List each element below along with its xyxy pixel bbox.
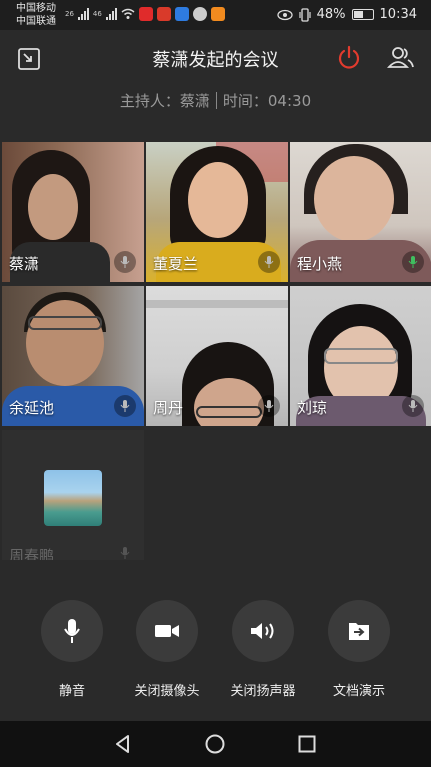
mic-muted-icon: [114, 395, 136, 417]
participant-name: 董夏兰: [153, 255, 199, 273]
meeting-controls: 静音 关闭摄像头 关闭扬声器 文档演示: [0, 600, 431, 710]
battery-icon: [351, 9, 374, 20]
camera-button-circle[interactable]: [136, 600, 198, 662]
microphone-icon: [64, 619, 80, 643]
back-button[interactable]: [110, 731, 136, 757]
meeting-title: 蔡潇发起的会议: [152, 50, 279, 71]
participant-name: 蔡潇: [9, 255, 40, 273]
status-bar: 中国移动 中国联通 26 46 48% 10:34: [0, 0, 431, 30]
participant-name: 刘琼: [297, 399, 328, 417]
signal-icon: [77, 8, 89, 20]
camera-button[interactable]: 关闭摄像头: [119, 600, 215, 699]
mic-muted-icon: [114, 251, 136, 273]
back-triangle-icon: [116, 735, 129, 753]
signal-icon-2: [105, 8, 117, 20]
share-document-icon: [349, 623, 369, 640]
video-tile[interactable]: 周丹: [146, 286, 288, 426]
participant-name: 周春鹏: [9, 547, 55, 560]
vibrate-icon: [299, 7, 311, 22]
carrier-1: 中国移动: [16, 3, 56, 14]
participant-name: 余延池: [9, 399, 55, 417]
meeting-header: 蔡潇发起的会议 主持人：蔡潇 时间：04:30: [0, 30, 431, 125]
meeting-info: 主持人：蔡潇 时间：04:30: [0, 90, 431, 111]
share-document-label: 文档演示: [332, 684, 385, 699]
avatar: [44, 470, 102, 526]
meeting-time: 时间：04:30: [222, 92, 312, 110]
carrier-labels: 中国移动 中国联通: [16, 2, 56, 28]
video-tile[interactable]: 蔡潇: [2, 142, 144, 282]
hangup-button[interactable]: [334, 43, 364, 73]
video-tile[interactable]: 程小燕: [290, 142, 431, 282]
speaker-label: 关闭扬声器: [230, 684, 296, 699]
video-tile[interactable]: 刘琼: [290, 286, 431, 426]
app-icon-orange: [210, 7, 225, 21]
speaker-button[interactable]: 关闭扬声器: [215, 600, 311, 699]
participant-name: 程小燕: [297, 255, 343, 273]
mic-muted-icon: [402, 395, 424, 417]
divider: [215, 92, 217, 109]
network-type-1: 26: [65, 10, 74, 18]
home-button[interactable]: [202, 731, 228, 757]
network-type-2: 46: [92, 10, 102, 18]
share-document-button-circle[interactable]: [328, 600, 390, 662]
recents-button[interactable]: [294, 731, 320, 757]
speaker-icon: [251, 623, 274, 639]
participants-icon: [387, 47, 414, 68]
wifi-icon: [121, 8, 135, 19]
mic-muted-icon: [258, 251, 280, 273]
clock: 10:34: [379, 7, 417, 22]
mute-label: 静音: [58, 684, 85, 699]
participants-button[interactable]: [386, 43, 416, 73]
app-icon-blue: [174, 7, 189, 21]
mic-muted-icon: [258, 395, 280, 417]
share-document-button[interactable]: 文档演示: [311, 600, 407, 699]
status-icons: 26 46: [65, 7, 225, 21]
navigation-bar: [0, 721, 431, 767]
power-icon: [338, 45, 360, 69]
mic-muted-icon: [114, 542, 136, 560]
home-circle-icon: [205, 734, 225, 754]
status-right: 48% 10:34: [276, 7, 417, 22]
video-tile[interactable]: 董夏兰: [146, 142, 288, 282]
participant-name: 周丹: [153, 399, 184, 417]
video-tile[interactable]: 余延池: [2, 286, 144, 426]
battery-percent: 48%: [316, 7, 346, 22]
app-icon-red: [156, 7, 171, 21]
camera-label: 关闭摄像头: [134, 684, 200, 699]
mute-button-circle[interactable]: [41, 600, 103, 662]
host-label: 主持人：蔡潇: [119, 92, 210, 110]
app-icon-grey: [192, 7, 207, 21]
video-tile-avatar[interactable]: 周春鹏: [2, 430, 144, 560]
recents-square-icon: [298, 735, 316, 753]
speaker-button-circle[interactable]: [232, 600, 294, 662]
camera-icon: [155, 625, 179, 637]
mic-active-icon: [402, 251, 424, 273]
carrier-2: 中国联通: [16, 16, 56, 27]
mute-button[interactable]: 静音: [24, 600, 120, 699]
video-app-icon: [138, 7, 153, 21]
eye-icon: [276, 9, 293, 20]
